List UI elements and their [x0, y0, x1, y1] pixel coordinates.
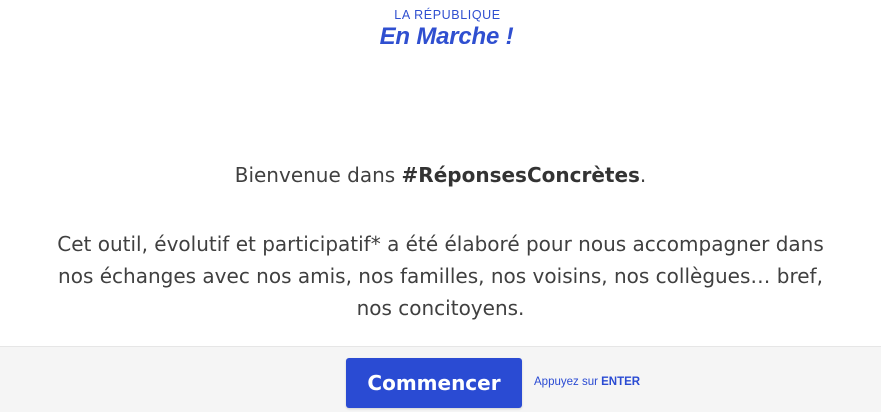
- logo: LA RÉPUBLIQUE En Marche !: [0, 8, 881, 51]
- logo-top-text: LA RÉPUBLIQUE: [394, 8, 501, 22]
- logo-main-text: En Marche !: [379, 23, 514, 50]
- enter-key-label: ENTER: [601, 376, 641, 388]
- welcome-hashtag: #RéponsesConcrètes: [401, 163, 640, 187]
- intro-paragraph: Cet outil, évolutif et participatif* a é…: [0, 228, 881, 324]
- enter-hint-prefix: Appuyez sur: [534, 376, 602, 388]
- intro-paragraph-line: nos concitoyens.: [356, 296, 525, 320]
- start-button[interactable]: Commencer: [346, 358, 522, 408]
- intro-paragraph-line: Cet outil, évolutif et participatif* a é…: [57, 232, 824, 256]
- intro-content: Bienvenue dans #RéponsesConcrètes. Cet o…: [0, 160, 881, 324]
- intro-paragraph-line: nos échanges avec nos amis, nos familles…: [58, 264, 823, 288]
- welcome-text: Bienvenue dans #RéponsesConcrètes.: [0, 160, 881, 190]
- welcome-prefix: Bienvenue dans: [234, 163, 402, 187]
- enter-hint: Appuyez sur ENTER: [534, 376, 640, 388]
- welcome-suffix: .: [639, 163, 647, 187]
- footer-bar: Commencer Appuyez sur ENTER: [0, 346, 881, 412]
